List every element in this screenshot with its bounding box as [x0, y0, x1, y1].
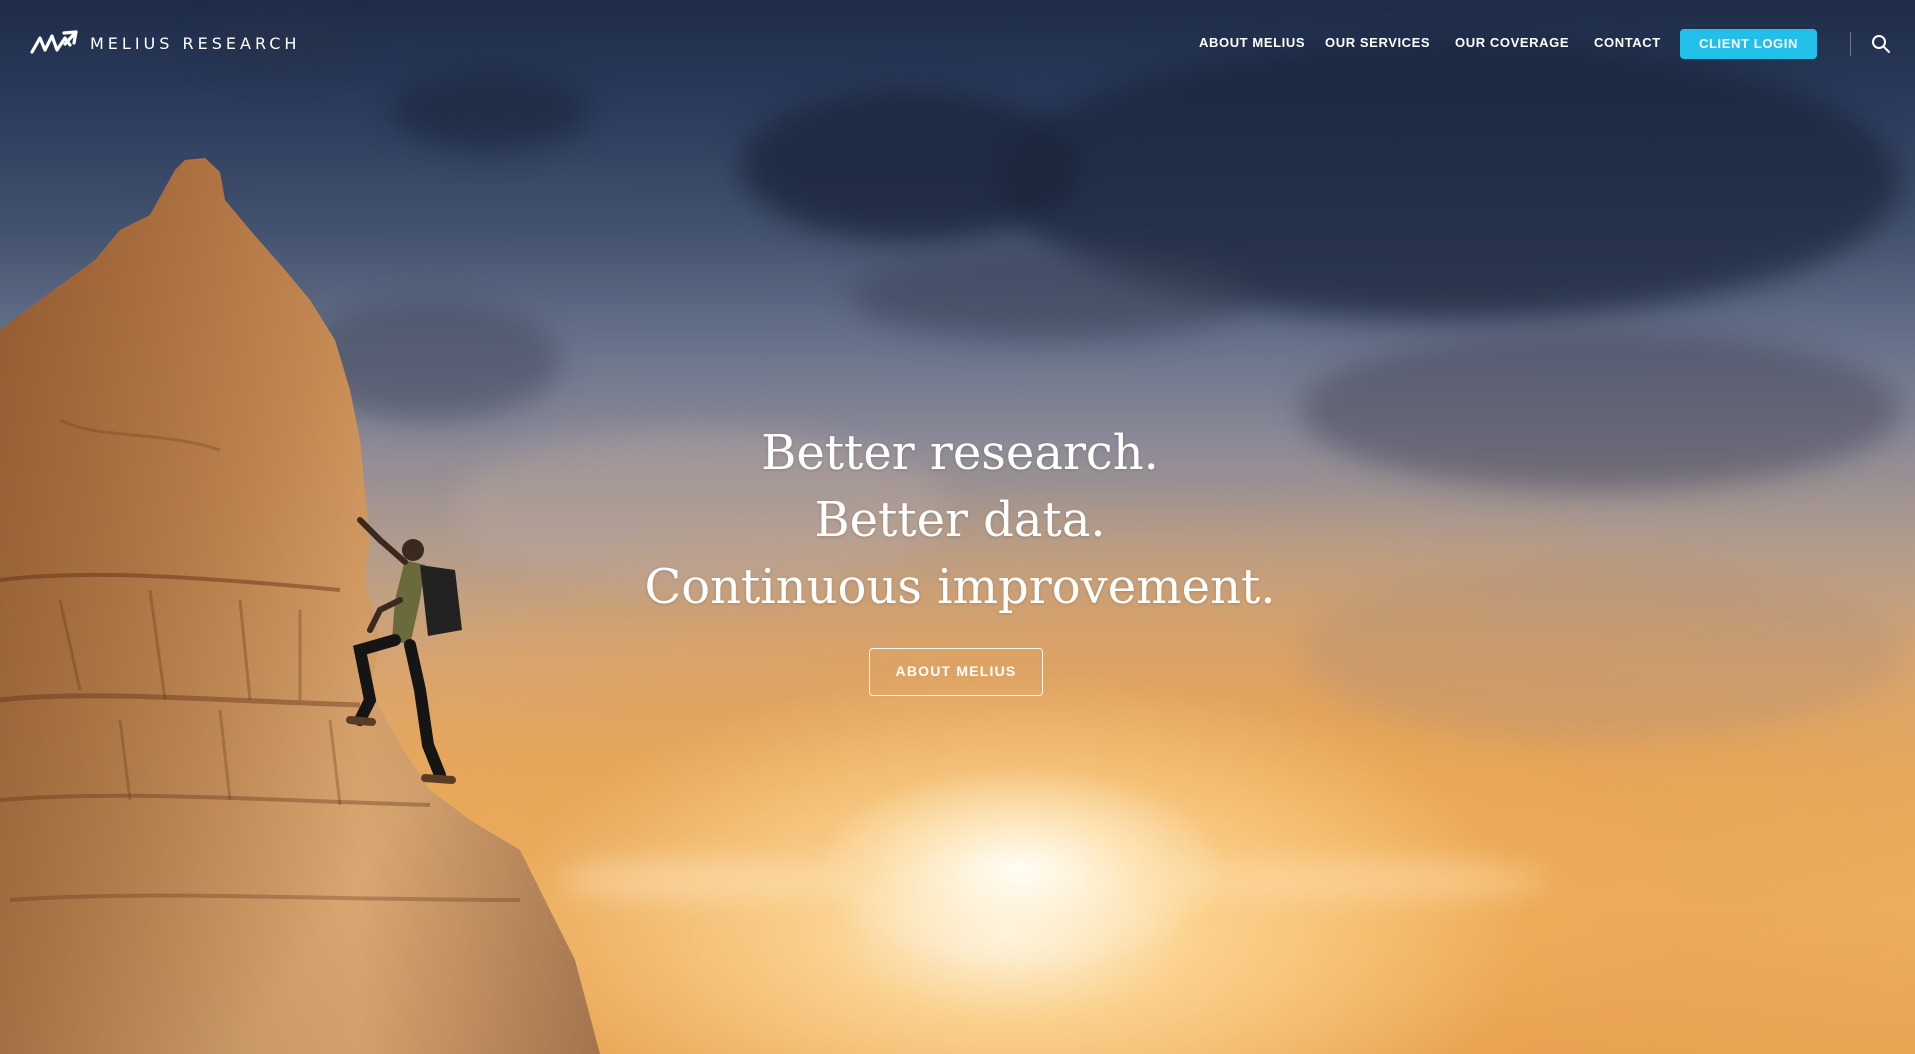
- nav-item-about-melius[interactable]: ABOUT MELIUS: [1199, 30, 1305, 56]
- top-navigation: MELIUS RESEARCH ABOUT MELIUS OUR SERVICE…: [0, 0, 1915, 86]
- search-icon[interactable]: [1871, 34, 1891, 54]
- brand-name: MELIUS RESEARCH: [90, 33, 301, 53]
- cloud: [1300, 560, 1900, 740]
- cliff-with-climber-image: [0, 158, 600, 1054]
- about-melius-button[interactable]: ABOUT MELIUS: [869, 648, 1043, 696]
- headline-line-2: Better data.: [814, 492, 1106, 548]
- cloud: [1300, 330, 1900, 490]
- sun-glow: [820, 770, 1220, 970]
- client-login-button[interactable]: CLIENT LOGIN: [1680, 29, 1817, 59]
- brand-logo[interactable]: MELIUS RESEARCH: [30, 28, 300, 58]
- headline-line-3: Continuous improvement.: [644, 559, 1276, 615]
- nav-item-our-services[interactable]: OUR SERVICES: [1325, 30, 1430, 56]
- hero-headline: Better research. Better data. Continuous…: [560, 420, 1360, 621]
- nav-item-contact[interactable]: CONTACT: [1594, 30, 1661, 56]
- hero-section: MELIUS RESEARCH ABOUT MELIUS OUR SERVICE…: [0, 0, 1915, 1054]
- cloud: [850, 250, 1250, 340]
- nav-item-our-coverage[interactable]: OUR COVERAGE: [1455, 30, 1569, 56]
- headline-line-1: Better research.: [761, 425, 1159, 481]
- nav-divider: [1850, 32, 1851, 56]
- melius-logo-icon: [30, 30, 78, 54]
